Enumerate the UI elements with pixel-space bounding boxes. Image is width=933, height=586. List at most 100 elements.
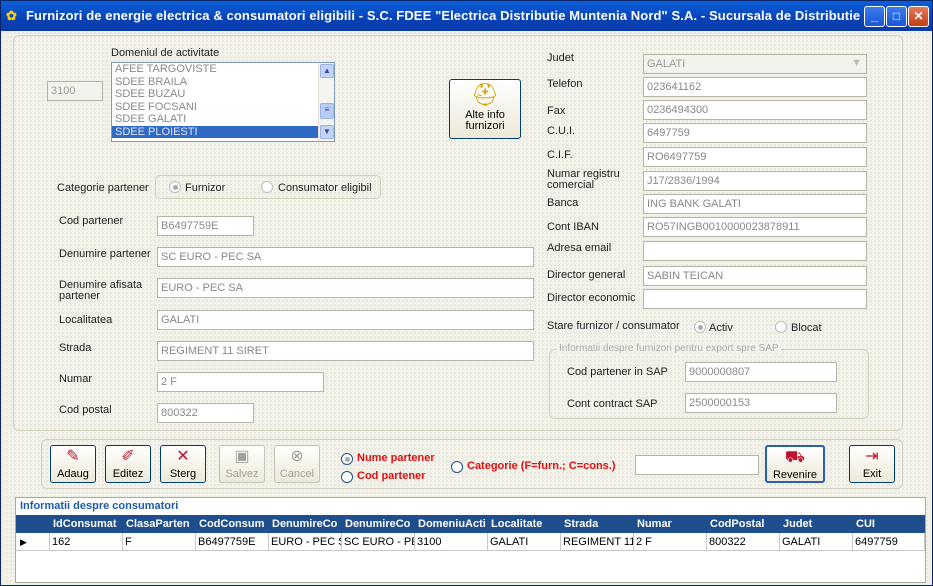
iban-field[interactable]: RO57INGB0010000023878911 (643, 217, 867, 237)
numar-field[interactable]: 2 F (157, 372, 324, 392)
column-header[interactable]: IdConsumat (53, 515, 125, 533)
row-pointer-icon[interactable]: ▶ (16, 533, 50, 551)
column-header[interactable]: CodPostal (710, 515, 782, 533)
app-icon: ✿ (6, 8, 17, 23)
cif-field[interactable]: RO6497759 (643, 147, 867, 167)
exit-door-icon: ⇥ (865, 448, 879, 465)
grid-header: IdConsumat ClasaParten CodConsum Denumir… (16, 515, 925, 533)
table-cell[interactable]: 3100 (415, 533, 488, 551)
alte-info-furnizori-button[interactable]: ⛑ Alte info furnizori (449, 79, 521, 139)
column-header[interactable]: Strada (564, 515, 636, 533)
localitatea-field[interactable]: GALATI (157, 310, 534, 330)
sap-contract-field[interactable]: 2500000153 (685, 393, 837, 413)
maximize-button[interactable]: □ (886, 6, 907, 27)
fax-field[interactable]: 0236494300 (643, 100, 867, 120)
column-header[interactable]: ClasaParten (126, 515, 198, 533)
editez-button[interactable]: ✐ Editez (105, 445, 151, 483)
cod-partener-field[interactable]: B6497759E (157, 216, 254, 236)
search-input[interactable] (635, 455, 759, 475)
id-field[interactable]: 3100 (47, 81, 103, 101)
editez-label: Editez (112, 468, 144, 480)
exit-button[interactable]: ⇥ Exit (849, 445, 895, 483)
cancel-button[interactable]: ⊗ Cancel (274, 445, 320, 483)
chevron-down-icon[interactable]: ▼ (851, 57, 862, 69)
column-header[interactable]: Judet (783, 515, 855, 533)
table-cell[interactable]: 2 F (634, 533, 707, 551)
scroll-down-icon[interactable]: ▼ (320, 125, 334, 139)
table-cell[interactable]: B6497759E (196, 533, 269, 551)
strada-field[interactable]: REGIMENT 11 SIRET (157, 341, 534, 361)
domeniu-listbox[interactable]: AFEE TARGOVISTE SDEE BRAILA SDEE BUZAU S… (111, 62, 335, 142)
email-field[interactable] (643, 241, 867, 261)
numar-label: Numar (59, 373, 93, 385)
listbox-scrollbar[interactable]: ▲ ≡ ▼ (318, 63, 334, 141)
table-cell[interactable]: 162 (50, 533, 123, 551)
table-cell[interactable]: GALATI (488, 533, 561, 551)
sort-cod-label: Cod partener (357, 470, 426, 482)
scroll-thumb[interactable]: ≡ (320, 103, 334, 119)
banca-label: Banca (547, 197, 579, 209)
column-header[interactable]: Numar (637, 515, 709, 533)
sort-nume-radio[interactable] (341, 453, 353, 465)
table-cell[interactable]: EURO - PEC S (269, 533, 342, 551)
sterg-button[interactable]: ✕ Sterg (160, 445, 206, 483)
revenire-button[interactable]: ⛟ Revenire (765, 445, 825, 483)
stare-blocat-radio[interactable] (775, 321, 787, 333)
stare-blocat-label: Blocat (791, 322, 822, 334)
table-cell[interactable]: GALATI (780, 533, 853, 551)
telefon-field[interactable]: 023641162 (643, 77, 867, 97)
fax-label: Fax (547, 105, 566, 117)
close-button[interactable]: ✕ (908, 6, 929, 27)
add-icon: ✎ (66, 448, 80, 465)
iban-label: Cont IBAN (547, 221, 599, 233)
sap-group-label: Informatii despre furnizori pentru expor… (557, 343, 781, 354)
cui-field[interactable]: 6497759 (643, 123, 867, 143)
column-header[interactable]: Localitate (491, 515, 563, 533)
title-bar[interactable]: ✿ Furnizori de energie electrica & consu… (1, 1, 932, 31)
column-header[interactable]: DenumireCo (345, 515, 417, 533)
categorie-label: Categorie partener (57, 182, 149, 194)
list-item[interactable]: SDEE GALATI (112, 113, 334, 126)
cancel-label: Cancel (279, 468, 315, 480)
edit-icon: ✐ (121, 448, 135, 465)
column-header[interactable]: DenumireCo (272, 515, 344, 533)
domeniu-label: Domeniul de activitate (111, 47, 220, 59)
adaug-button[interactable]: ✎ Adaug (50, 445, 96, 483)
table-cell[interactable]: 800322 (707, 533, 780, 551)
table-cell[interactable]: SC EURO - PE (342, 533, 415, 551)
list-item[interactable]: SDEE BUZAU (112, 88, 334, 101)
judet-select[interactable]: GALATI ▼ (643, 54, 867, 74)
table-cell[interactable]: REGIMENT 11 (561, 533, 634, 551)
list-item-selected[interactable]: SDEE PLOIESTI (112, 125, 334, 138)
delete-icon: ✕ (176, 448, 190, 465)
list-item[interactable]: AFEE TARGOVISTE (112, 63, 334, 76)
stare-activ-radio[interactable] (694, 321, 706, 333)
list-item[interactable]: SDEE FOCSANI (112, 101, 334, 114)
minimize-button[interactable]: _ (864, 6, 885, 27)
list-item[interactable]: SDEE BRAILA (112, 76, 334, 89)
banca-field[interactable]: ING BANK GALATI (643, 194, 867, 214)
sort-categorie-radio[interactable] (451, 461, 463, 473)
stare-activ-label: Activ (709, 322, 733, 334)
column-header[interactable]: CUI (856, 515, 924, 533)
column-header[interactable]: DomeniuActi (418, 515, 490, 533)
table-row[interactable]: ▶ 162 F B6497759E EURO - PEC S SC EURO -… (16, 533, 925, 551)
director-economic-field[interactable] (643, 289, 867, 309)
column-header[interactable]: CodConsum (199, 515, 271, 533)
nr-registru-field[interactable]: J17/2836/1994 (643, 171, 867, 191)
cod-postal-field[interactable]: 800322 (157, 403, 254, 423)
sap-cod-field[interactable]: 9000000807 (685, 362, 837, 382)
director-general-field[interactable]: SABIN TEICAN (643, 266, 867, 286)
categorie-consumator-radio[interactable] (261, 181, 273, 193)
denumire-afisata-field[interactable]: EURO - PEC SA (157, 278, 534, 298)
table-cell[interactable]: F (123, 533, 196, 551)
sap-cod-label: Cod partener in SAP (567, 366, 668, 378)
client-area: 3100 Domeniul de activitate AFEE TARGOVI… (5, 31, 928, 583)
denumire-field[interactable]: SC EURO - PEC SA (157, 247, 534, 267)
scroll-up-icon[interactable]: ▲ (320, 64, 334, 78)
categorie-furnizor-radio[interactable] (169, 181, 181, 193)
consumatori-grid: Informatii despre consumatori IdConsumat… (15, 497, 926, 583)
salvez-button[interactable]: ▣ Salvez (219, 445, 265, 483)
sort-cod-radio[interactable] (341, 471, 353, 483)
table-cell[interactable]: 6497759 (853, 533, 925, 551)
